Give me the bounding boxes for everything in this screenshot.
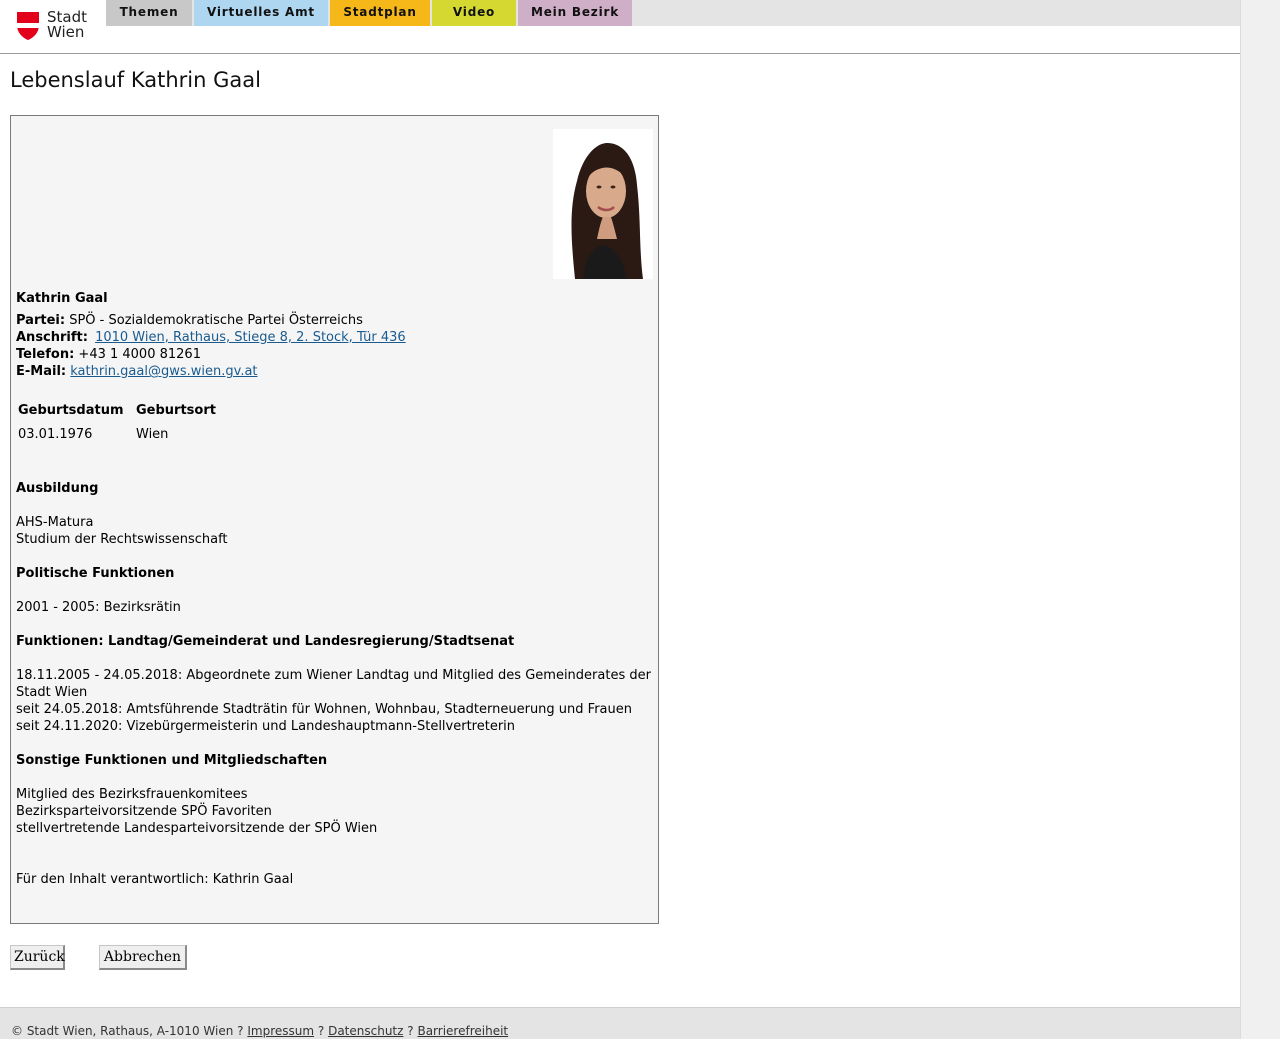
footer-link-impressum[interactable]: Impressum xyxy=(247,1024,314,1038)
nav-tab-video[interactable]: Video xyxy=(432,0,516,26)
nav-tab-virtuelles-amt[interactable]: Virtuelles Amt xyxy=(194,0,328,26)
cancel-button[interactable]: Abbrechen xyxy=(99,945,187,970)
logo-line-2: Wien xyxy=(47,23,85,41)
page: Stadt Wien Themen Virtuelles Amt Stadtpl… xyxy=(0,0,1240,1039)
table-header-geburtsdatum: Geburtsdatum xyxy=(18,403,124,418)
site-footer: © Stadt Wien, Rathaus, A-1010 Wien ? Imp… xyxy=(0,1007,1240,1039)
back-button[interactable]: Zurück xyxy=(10,945,65,970)
profile-photo xyxy=(553,129,653,279)
nav-tab-stadtplan[interactable]: Stadtplan xyxy=(330,0,430,26)
phone-value: +43 1 4000 81261 xyxy=(78,347,201,362)
email-link[interactable]: kathrin.gaal@gws.wien.gv.at xyxy=(70,364,257,379)
footer-line: © Stadt Wien, Rathaus, A-1010 Wien ? Imp… xyxy=(11,1024,508,1038)
portrait-image xyxy=(553,129,653,279)
logo-wordmark: Stadt Wien xyxy=(47,10,87,40)
footer-link-datenschutz[interactable]: Datenschutz xyxy=(328,1024,403,1038)
phone-label: Telefon: xyxy=(16,347,75,362)
membership-item: stellvertretende Landesparteivorsitzende… xyxy=(16,821,378,836)
education-item: Studium der Rechtswissenschaft xyxy=(16,532,228,547)
address-label: Anschrift: xyxy=(16,330,88,345)
education-item: AHS-Matura xyxy=(16,515,94,530)
nav-tab-mein-bezirk[interactable]: Mein Bezirk xyxy=(518,0,632,26)
footer-link-barrierefreiheit[interactable]: Barrierefreiheit xyxy=(417,1024,508,1038)
address-link[interactable]: 1010 Wien, Rathaus, Stiege 8, 2. Stock, … xyxy=(95,330,406,345)
footer-copyright: © Stadt Wien, Rathaus, A-1010 Wien xyxy=(11,1024,234,1038)
email-line: E-Mail: kathrin.gaal@gws.wien.gv.at xyxy=(16,363,258,380)
section-title-sonstige-funktionen: Sonstige Funktionen und Mitgliedschaften xyxy=(16,753,328,768)
table-header-geburtsort: Geburtsort xyxy=(136,403,216,418)
footer-separator: ? xyxy=(237,1024,244,1038)
section-title-ausbildung: Ausbildung xyxy=(16,481,99,496)
responsible-note: Für den Inhalt verantwortlich: Kathrin G… xyxy=(16,872,294,887)
page-scrollbar[interactable] xyxy=(1240,0,1280,1039)
membership-item: Bezirksparteivorsitzende SPÖ Favoriten xyxy=(16,804,272,819)
section-title-politische-funktionen: Politische Funktionen xyxy=(16,566,175,581)
phone-line: Telefon: +43 1 4000 81261 xyxy=(16,346,201,363)
nav-tab-themen[interactable]: Themen xyxy=(106,0,192,26)
footer-separator: ? xyxy=(317,1024,325,1038)
party-line: Partei: SPÖ - Sozialdemokratische Partei… xyxy=(16,312,363,329)
political-item: 2001 - 2005: Bezirksrätin xyxy=(16,600,181,615)
site-header: Stadt Wien Themen Virtuelles Amt Stadtpl… xyxy=(0,0,1240,54)
birth-place-cell: Wien xyxy=(136,427,169,442)
birth-date-cell: 03.01.1976 xyxy=(18,427,93,442)
function-item: seit 24.05.2018: Amtsführende Stadträtin… xyxy=(16,702,632,717)
function-item: 18.11.2005 - 24.05.2018: Abgeordnete zum… xyxy=(16,668,651,683)
address-line: Anschrift: 1010 Wien, Rathaus, Stiege 8,… xyxy=(16,329,406,346)
function-item: seit 24.11.2020: Vizebürgermeisterin und… xyxy=(16,719,516,734)
party-value: SPÖ - Sozialdemokratische Partei Österre… xyxy=(69,313,363,328)
profile-name: Kathrin Gaal xyxy=(16,291,108,306)
footer-separator: ? xyxy=(407,1024,414,1038)
wien-shield-icon xyxy=(17,12,39,40)
membership-item: Mitglied des Bezirksfrauenkomitees xyxy=(16,787,248,802)
party-label: Partei: xyxy=(16,313,66,328)
email-label: E-Mail: xyxy=(16,364,67,379)
page-title: Lebenslauf Kathrin Gaal xyxy=(10,68,261,92)
stadt-wien-logo[interactable]: Stadt Wien xyxy=(16,10,96,42)
section-title-funktionen: Funktionen: Landtag/Gemeinderat und Land… xyxy=(16,634,515,649)
function-item: Stadt Wien xyxy=(16,685,88,700)
cv-box: Kathrin Gaal Partei: SPÖ - Sozialdemokra… xyxy=(10,115,659,924)
